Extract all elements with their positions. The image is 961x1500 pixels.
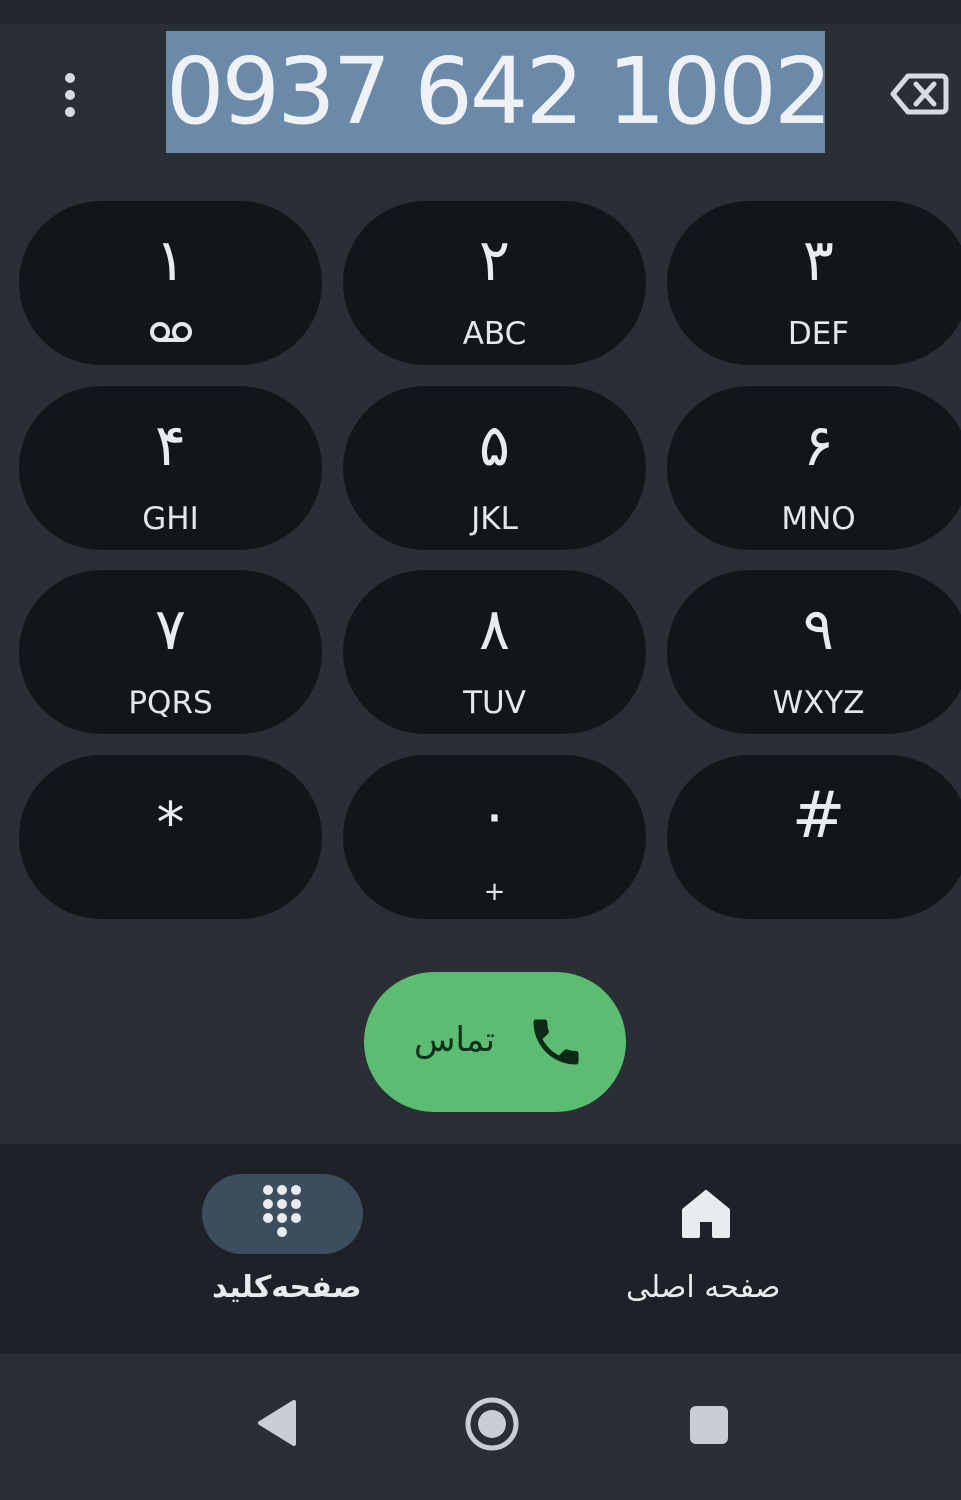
recents-square-icon[interactable] (688, 1404, 730, 1446)
key-5[interactable]: ۵ JKL (343, 386, 646, 550)
key-8[interactable]: ٨ TUV (343, 570, 646, 734)
key-letters: PQRS (128, 685, 213, 721)
key-digit: ١ (154, 226, 187, 294)
tab-keypad-label[interactable]: صفحه‌کلید (212, 1268, 362, 1308)
key-9[interactable]: ٩ WXYZ (667, 570, 961, 734)
more-options-button[interactable] (40, 60, 100, 130)
key-letters: DEF (787, 316, 850, 352)
key-6[interactable]: ۶ MNO (667, 386, 961, 550)
tab-home-label[interactable]: صفحه اصلی (626, 1268, 780, 1308)
key-2[interactable]: ٢ ABC (343, 201, 646, 365)
key-1[interactable]: ١ (19, 201, 322, 365)
key-7[interactable]: ٧ PQRS (19, 570, 322, 734)
voicemail-icon-wrap (19, 321, 322, 343)
dialed-number-field[interactable]: 0937 642 1002 (166, 31, 825, 153)
tab-keypad[interactable] (202, 1174, 363, 1254)
key-letters: ABC (462, 316, 527, 352)
key-hash[interactable]: # (667, 755, 961, 919)
more-vert-icon-dot (65, 107, 75, 117)
backspace-icon (890, 73, 949, 115)
key-digit: ۵ (478, 411, 511, 479)
key-letters: TUV (463, 685, 526, 721)
phone-icon (533, 1019, 579, 1065)
key-digit: ٧ (154, 595, 187, 663)
key-letters: + (483, 877, 506, 907)
key-letters: WXYZ (772, 685, 865, 721)
system-navigation-bar (0, 1354, 961, 1500)
key-letters: MNO (781, 501, 856, 537)
dialpad-icon (263, 1185, 301, 1237)
backspace-button[interactable] (888, 66, 950, 122)
key-digit: ٣ (802, 226, 835, 294)
status-area (0, 0, 961, 24)
key-digit: ۴ (154, 411, 187, 479)
key-0[interactable]: ٠ + (343, 755, 646, 919)
key-digit: * (156, 791, 185, 856)
key-3[interactable]: ٣ DEF (667, 201, 961, 365)
key-4[interactable]: ۴ GHI (19, 386, 322, 550)
call-button[interactable]: تماس (364, 972, 626, 1112)
home-circle-icon[interactable] (464, 1396, 520, 1452)
key-digit: ٠ (478, 780, 511, 848)
key-digit: ٨ (478, 595, 511, 663)
key-digit: ۶ (802, 411, 835, 479)
voicemail-icon (149, 322, 192, 342)
key-letters: JKL (471, 501, 518, 537)
bottom-navigation: صفحه‌کلید صفحه اصلی (0, 1144, 961, 1354)
home-icon (682, 1190, 730, 1238)
more-vert-icon (65, 73, 75, 83)
tab-home[interactable] (676, 1184, 736, 1244)
key-digit: ٢ (478, 226, 511, 294)
call-button-label: تماس (414, 1020, 495, 1060)
key-star[interactable]: * (19, 755, 322, 919)
back-triangle-icon[interactable] (256, 1398, 298, 1448)
more-vert-icon-dot (65, 90, 75, 100)
key-digit: ٩ (802, 595, 835, 663)
key-digit: # (791, 779, 846, 853)
key-letters: GHI (142, 501, 199, 537)
